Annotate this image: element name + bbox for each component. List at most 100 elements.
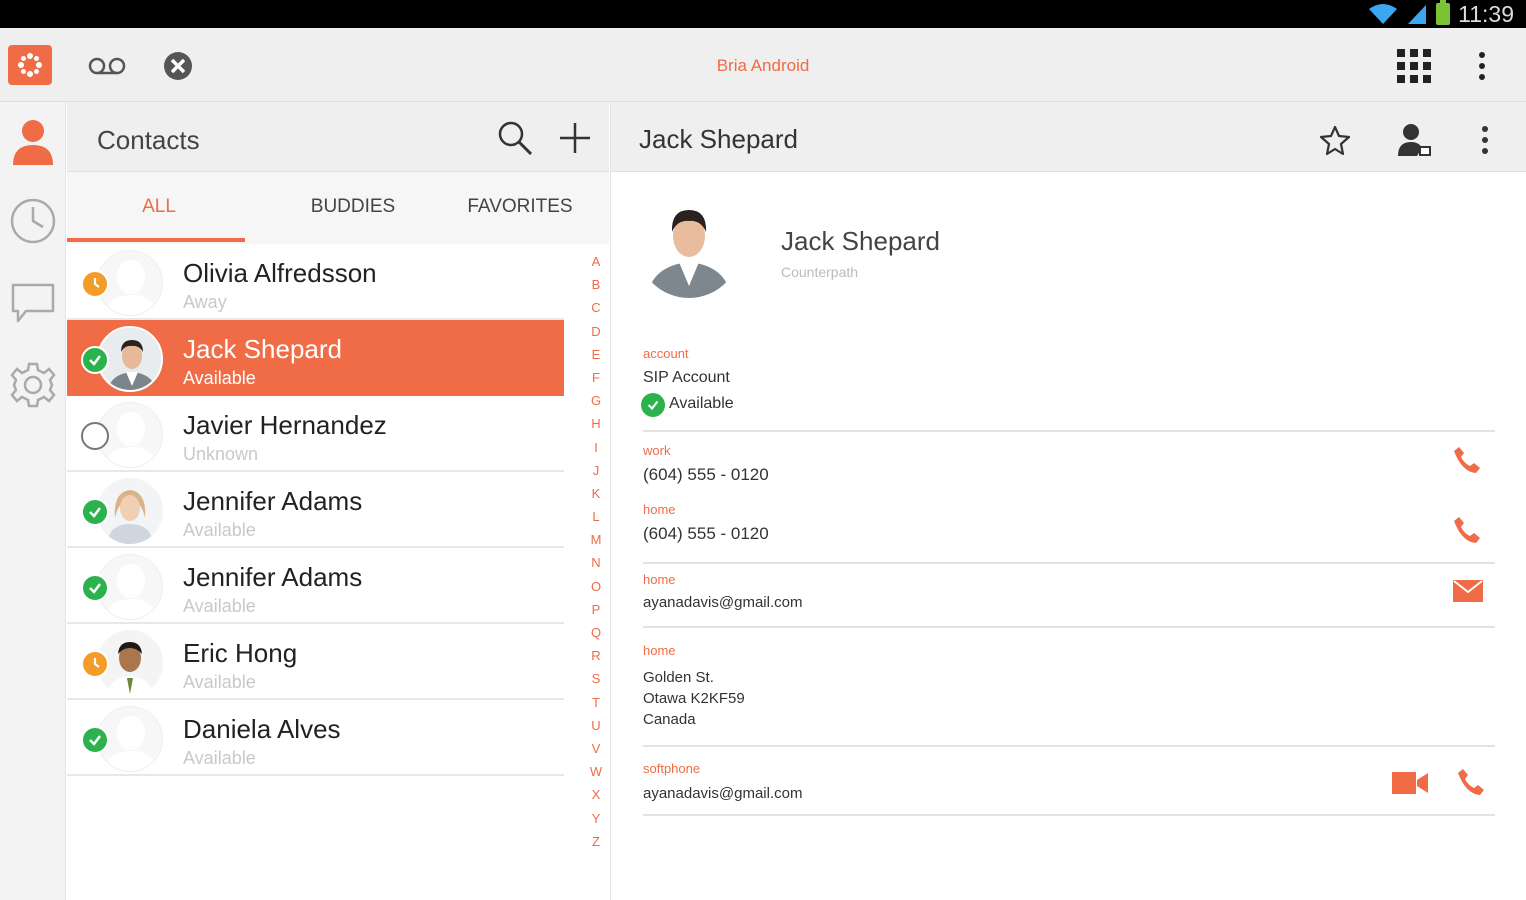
divider xyxy=(643,430,1495,432)
presence-unknown-icon xyxy=(81,422,109,450)
alpha-letter-o[interactable]: O xyxy=(587,579,605,602)
alpha-letter-h[interactable]: H xyxy=(587,416,605,439)
action-bar: Bria Android xyxy=(0,28,1526,102)
list-item[interactable]: Jennifer Adams Available xyxy=(67,472,564,548)
alpha-letter-u[interactable]: U xyxy=(587,718,605,741)
home-phone[interactable]: (604) 555 - 0120 xyxy=(643,524,769,544)
search-icon[interactable] xyxy=(495,118,535,158)
list-item[interactable]: Olivia Alfredsson Away xyxy=(67,244,564,320)
divider xyxy=(643,745,1495,747)
tab-buddies[interactable]: BUDDIES xyxy=(263,196,443,218)
alpha-letter-z[interactable]: Z xyxy=(587,834,605,857)
profile-photo xyxy=(637,194,741,298)
call-work-phone-icon[interactable] xyxy=(1449,442,1485,478)
list-item-selected[interactable]: Jack Shepard Available xyxy=(67,320,564,396)
divider xyxy=(643,814,1495,816)
alpha-letter-k[interactable]: K xyxy=(587,486,605,509)
alpha-letter-e[interactable]: E xyxy=(587,347,605,370)
alpha-letter-c[interactable]: C xyxy=(587,300,605,323)
alpha-letter-i[interactable]: I xyxy=(587,440,605,463)
profile-company: Counterpath xyxy=(781,264,859,280)
contacts-panel: Contacts ALL BUDDIES FAVORITES Olivia Al… xyxy=(67,102,609,900)
chat-icon[interactable] xyxy=(0,268,66,338)
presence-available-icon xyxy=(81,346,109,374)
account-available-icon xyxy=(641,393,665,417)
presence-available-icon xyxy=(81,726,109,754)
add-contact-icon[interactable] xyxy=(555,118,595,158)
alpha-letter-d[interactable]: D xyxy=(587,324,605,347)
navigation-rail xyxy=(0,102,66,900)
alpha-letter-f[interactable]: F xyxy=(587,370,605,393)
alpha-letter-g[interactable]: G xyxy=(587,393,605,416)
contact-name: Olivia Alfredsson xyxy=(183,258,377,288)
divider xyxy=(643,562,1495,564)
alphabet-index[interactable]: A B C D E F G H I J K L M N O P Q R S T … xyxy=(587,254,605,857)
profile-name: Jack Shepard xyxy=(781,226,940,256)
presence-available-icon xyxy=(81,498,109,526)
contact-name: Jennifer Adams xyxy=(183,486,363,516)
contact-name: Jack Shepard xyxy=(183,334,342,364)
address-line-2: Otawa K2KF59 xyxy=(643,690,745,707)
contacts-icon[interactable] xyxy=(0,106,66,176)
list-item[interactable]: Javier Hernandez Unknown xyxy=(67,396,564,472)
alpha-letter-x[interactable]: X xyxy=(587,787,605,810)
alpha-letter-l[interactable]: L xyxy=(587,509,605,532)
alpha-letter-t[interactable]: T xyxy=(587,695,605,718)
alpha-letter-w[interactable]: W xyxy=(587,764,605,787)
alpha-letter-b[interactable]: B xyxy=(587,277,605,300)
alpha-letter-y[interactable]: Y xyxy=(587,811,605,834)
presence-away-icon xyxy=(81,650,109,678)
details-overflow-menu-icon[interactable] xyxy=(1473,122,1497,158)
active-tab-indicator xyxy=(67,238,245,242)
presence-away-icon xyxy=(81,270,109,298)
alpha-letter-n[interactable]: N xyxy=(587,555,605,578)
settings-icon[interactable] xyxy=(0,350,66,420)
contact-status: Away xyxy=(183,292,227,312)
contact-status: Available xyxy=(183,368,256,388)
alpha-letter-j[interactable]: J xyxy=(587,463,605,486)
status-indicators: 11:39 xyxy=(1368,0,1514,28)
contact-status: Unknown xyxy=(183,444,259,464)
history-icon[interactable] xyxy=(0,186,66,256)
grid-icon[interactable] xyxy=(1394,46,1434,86)
alpha-letter-q[interactable]: Q xyxy=(587,625,605,648)
home-email-label: home xyxy=(643,572,676,587)
contacts-tabs: ALL BUDDIES FAVORITES xyxy=(67,172,609,244)
softphone-value[interactable]: ayanadavis@gmail.com xyxy=(643,785,802,802)
account-label: account xyxy=(643,346,689,361)
contact-details-panel: Jack Shepard Jack Shepard Counterpath ac… xyxy=(610,102,1526,900)
list-item[interactable]: Jennifer Adams Available xyxy=(67,548,564,624)
contact-name: Eric Hong xyxy=(183,638,298,668)
address-line-1: Golden St. xyxy=(643,669,714,686)
contacts-title: Contacts xyxy=(97,125,200,155)
account-status: Available xyxy=(669,395,734,412)
alpha-letter-v[interactable]: V xyxy=(587,741,605,764)
contact-name: Javier Hernandez xyxy=(183,410,387,440)
video-call-icon[interactable] xyxy=(1389,764,1431,800)
work-label: work xyxy=(643,443,671,458)
wifi-icon xyxy=(1369,4,1398,24)
alpha-letter-a[interactable]: A xyxy=(587,254,605,277)
list-item[interactable]: Eric Hong Available xyxy=(67,624,564,700)
overflow-menu-icon[interactable] xyxy=(1470,48,1494,84)
divider xyxy=(643,626,1495,628)
home-phone-label: home xyxy=(643,502,676,517)
list-item[interactable]: Daniela Alves Available xyxy=(67,700,564,776)
edit-contact-icon[interactable] xyxy=(1395,120,1435,160)
alpha-letter-m[interactable]: M xyxy=(587,532,605,555)
tab-favorites[interactable]: FAVORITES xyxy=(433,196,607,218)
app-title: Bria Android xyxy=(716,56,810,75)
call-home-phone-icon[interactable] xyxy=(1449,512,1485,548)
work-phone[interactable]: (604) 555 - 0120 xyxy=(643,465,769,485)
contacts-header: Contacts xyxy=(67,102,609,172)
call-softphone-icon[interactable] xyxy=(1453,764,1489,800)
tab-all[interactable]: ALL xyxy=(67,196,251,218)
details-title: Jack Shepard xyxy=(639,124,798,154)
email-icon[interactable] xyxy=(1449,574,1487,608)
star-icon[interactable] xyxy=(1317,122,1353,158)
home-email[interactable]: ayanadavis@gmail.com xyxy=(643,594,802,611)
alpha-letter-r[interactable]: R xyxy=(587,648,605,671)
status-time: 11:39 xyxy=(1458,0,1514,27)
alpha-letter-p[interactable]: P xyxy=(587,602,605,625)
alpha-letter-s[interactable]: S xyxy=(587,671,605,694)
